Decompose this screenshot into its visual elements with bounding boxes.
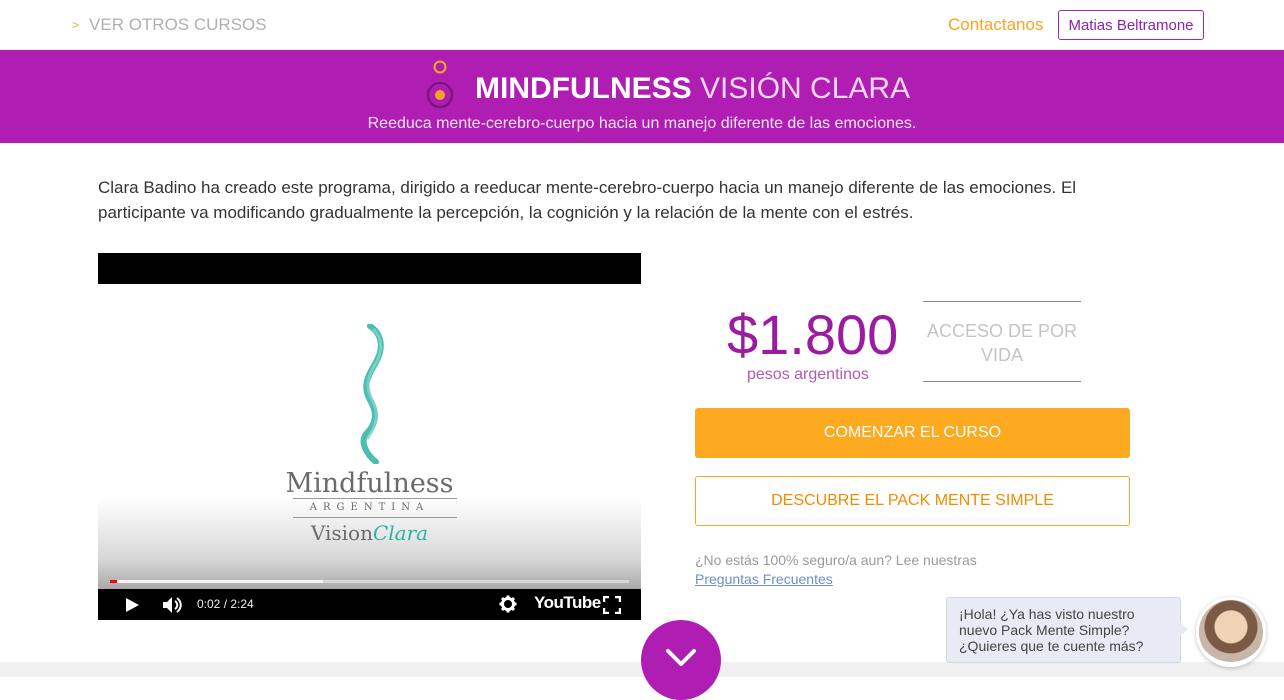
fullscreen-icon[interactable] [603,596,621,614]
video-brand-title: Mindfulness [285,468,454,499]
price-currency-label: pesos argentinos [747,366,869,383]
discover-pack-button[interactable]: DESCUBRE EL PACK MENTE SIMPLE [695,476,1130,526]
chat-bubble-tail [1180,622,1188,636]
brand-divider [293,498,457,499]
video-buffer-fill [110,580,323,583]
video-progress-bar[interactable] [110,580,629,583]
video-brand-country: ARGENTINA [309,502,430,513]
volume-icon[interactable] [162,596,184,614]
video-player[interactable]: Mindfulness ARGENTINA VisionClara 0:02 /… [98,253,641,620]
mindfulness-logo-icon [426,60,454,109]
course-title-light: VISIÓN CLARA [700,72,911,105]
course-description: Clara Badino ha creado este programa, di… [98,178,1077,222]
back-to-courses-label: VER OTROS CURSOS [89,15,267,34]
video-frame[interactable]: Mindfulness ARGENTINA VisionClara [98,284,641,589]
scroll-down-button[interactable] [641,620,721,700]
pricing-panel: $1.800 pesos argentinos ACCESO DE POR VI… [695,290,1130,390]
brand-vision-word: Vision [310,521,373,545]
course-price: $1.800 [727,303,899,366]
contact-link[interactable]: Contactanos [948,15,1043,35]
faq-link[interactable]: Preguntas Frecuentes [695,571,833,587]
faq-prompt-text: ¿No estás 100% seguro/a aun? Lee nuestra… [695,552,977,568]
course-title-strong: MINDFULNESS [475,72,692,105]
back-to-courses-link[interactable]: > VER OTROS CURSOS [72,15,267,35]
brand-divider [293,517,457,518]
chat-agent-avatar[interactable] [1196,597,1266,667]
video-played-fill [110,580,118,583]
brand-clara-word: Clara [372,521,429,545]
video-time-display: 0:02 / 2:24 [197,597,254,611]
chevron-right-icon: > [72,18,80,32]
course-title: MINDFULNESS VISIÓN CLARA [475,72,910,106]
chevron-down-icon [666,649,696,666]
start-course-button[interactable]: COMENZAR EL CURSO [695,408,1130,458]
top-navigation-bar: > VER OTROS CURSOS Contactanos Matias Be… [0,0,1284,50]
youtube-logo[interactable]: YouTube [534,593,601,613]
play-icon[interactable] [124,597,140,613]
lifetime-access-label: ACCESO DE POR VIDA [923,301,1081,382]
user-account-button[interactable]: Matias Beltramone [1058,10,1204,40]
video-controls: 0:02 / 2:24 YouTube [98,589,641,620]
course-subtitle: Reeduca mente-cerebro-cuerpo hacia un ma… [367,115,917,132]
gear-icon[interactable] [499,595,517,613]
chat-message-bubble[interactable]: ¡Hola! ¿Ya has visto nuestro nuevo Pack … [946,597,1181,663]
teal-spine-logo-icon [360,324,384,464]
video-brand-subtitle: VisionClara [98,521,641,545]
